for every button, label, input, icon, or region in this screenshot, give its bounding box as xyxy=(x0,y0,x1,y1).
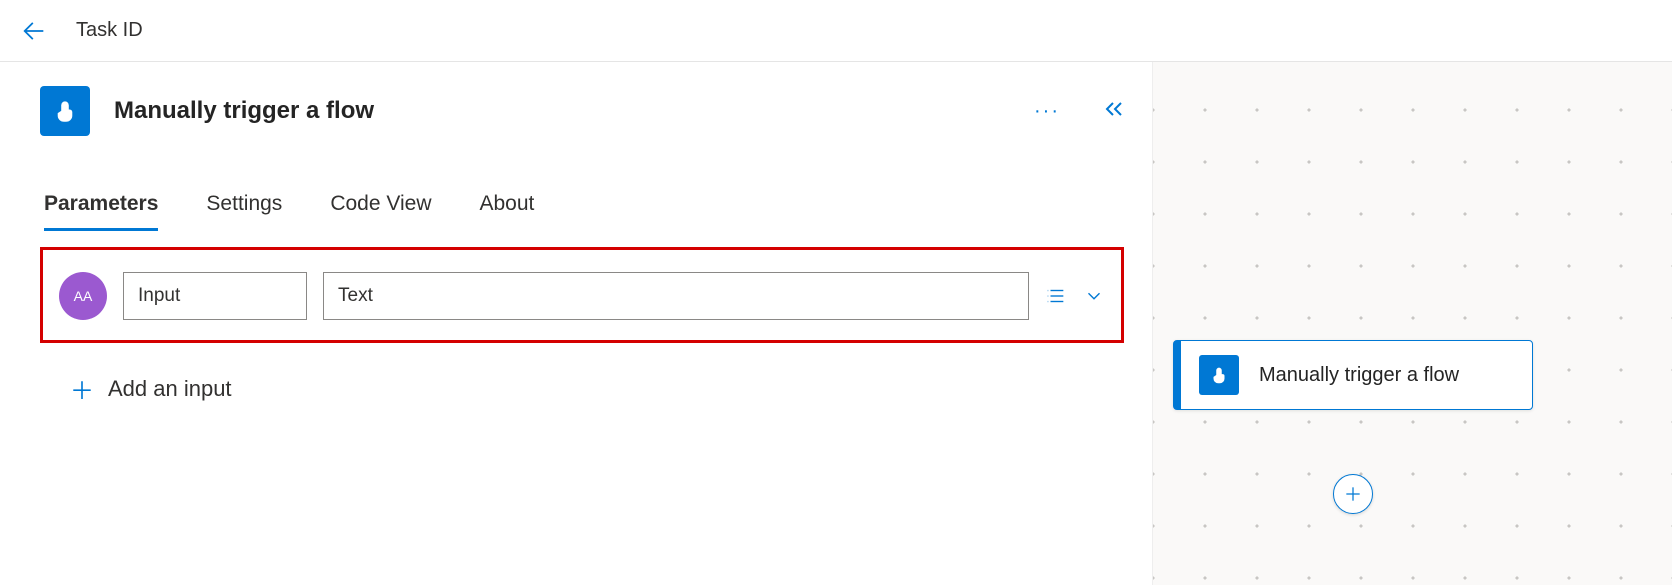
more-options-button[interactable]: ··· xyxy=(1034,100,1060,123)
tab-parameters[interactable]: Parameters xyxy=(44,192,158,231)
input-row: AA xyxy=(59,272,1105,320)
collapse-panel-button[interactable] xyxy=(1100,97,1124,126)
main-container: Manually trigger a flow ··· Parameters S… xyxy=(0,62,1672,585)
text-type-icon: AA xyxy=(74,288,93,304)
tap-icon xyxy=(1208,364,1230,386)
flow-canvas[interactable]: Manually trigger a flow xyxy=(1152,62,1672,585)
tab-bar: Parameters Settings Code View About xyxy=(40,192,1124,231)
flow-trigger-card[interactable]: Manually trigger a flow xyxy=(1173,340,1533,410)
add-input-button[interactable]: ＋ Add an input xyxy=(40,371,1124,406)
trigger-header: Manually trigger a flow ··· xyxy=(40,86,1124,136)
trigger-actions: ··· xyxy=(1034,97,1124,126)
tab-code-view[interactable]: Code View xyxy=(330,192,431,231)
plus-icon xyxy=(1343,484,1363,504)
list-options-icon[interactable] xyxy=(1045,285,1067,307)
tab-settings[interactable]: Settings xyxy=(206,192,282,231)
add-step-button[interactable] xyxy=(1333,474,1373,514)
parameters-highlight: AA xyxy=(40,247,1124,343)
input-value-field[interactable] xyxy=(323,272,1029,320)
back-button[interactable] xyxy=(20,17,48,45)
flow-card-label: Manually trigger a flow xyxy=(1259,362,1459,388)
chevron-down-icon[interactable] xyxy=(1083,285,1105,307)
page-title: Task ID xyxy=(76,19,143,42)
flow-card-icon-badge xyxy=(1199,355,1239,395)
input-name-field[interactable] xyxy=(123,272,307,320)
plus-icon: ＋ xyxy=(70,371,94,406)
add-input-label: Add an input xyxy=(108,376,232,402)
text-type-badge: AA xyxy=(59,272,107,320)
tab-about[interactable]: About xyxy=(480,192,535,231)
trigger-icon-badge xyxy=(40,86,90,136)
config-panel: Manually trigger a flow ··· Parameters S… xyxy=(0,62,1152,585)
trigger-title: Manually trigger a flow xyxy=(114,97,374,125)
canvas-grid xyxy=(1153,62,1672,585)
top-header: Task ID xyxy=(0,0,1672,62)
tap-icon xyxy=(51,97,79,125)
